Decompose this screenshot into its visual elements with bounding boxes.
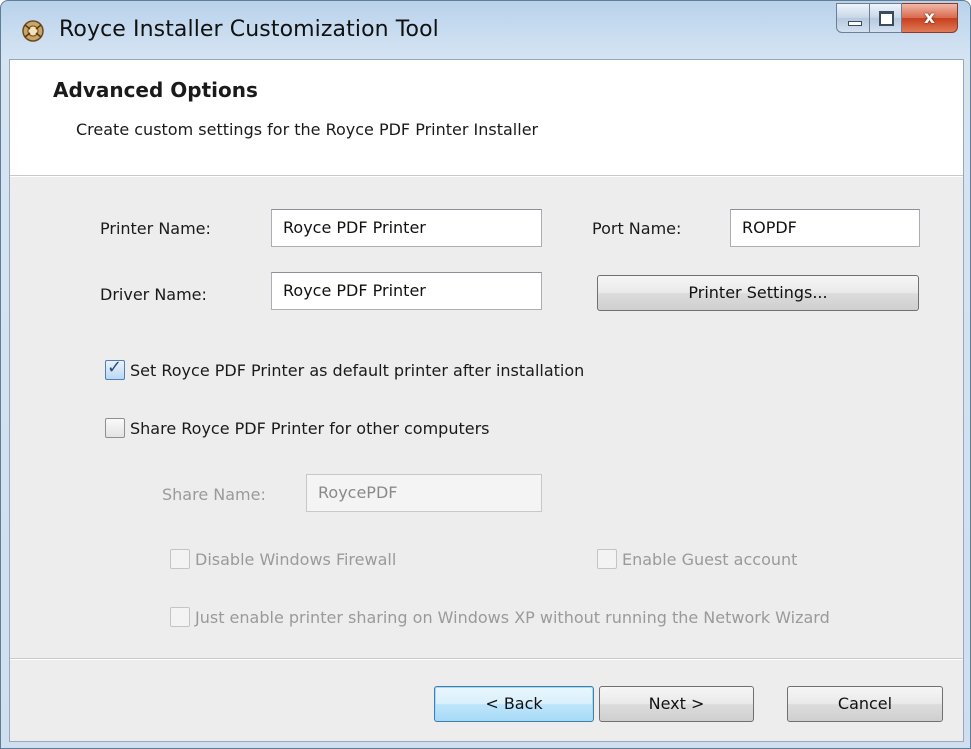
set-default-label: Set Royce PDF Printer as default printer… [130, 360, 585, 380]
header-divider [10, 176, 963, 177]
disable-firewall-option[interactable]: Disable Windows Firewall [170, 549, 396, 569]
set-default-option[interactable]: ✓ Set Royce PDF Printer as default print… [105, 357, 585, 380]
disable-firewall-checkbox[interactable] [170, 549, 190, 569]
port-name-label: Port Name: [592, 219, 682, 238]
enable-guest-label: Enable Guest account [622, 549, 798, 569]
window-title: Royce Installer Customization Tool [59, 17, 439, 42]
printer-name-input[interactable]: Royce PDF Printer [271, 209, 542, 247]
page-title: Advanced Options [53, 78, 258, 102]
minimize-button[interactable] [836, 3, 870, 33]
maximize-button[interactable] [870, 3, 902, 33]
next-button[interactable]: Next > [599, 686, 754, 722]
footer-divider-highlight [10, 659, 963, 660]
back-button[interactable]: < Back [434, 686, 594, 722]
maximize-icon [879, 11, 894, 26]
driver-name-input[interactable]: Royce PDF Printer [271, 272, 542, 310]
enable-guest-checkbox[interactable] [597, 549, 617, 569]
enable-guest-option[interactable]: Enable Guest account [597, 549, 797, 569]
page-subtitle: Create custom settings for the Royce PDF… [76, 120, 539, 139]
share-printer-option[interactable]: Share Royce PDF Printer for other comput… [105, 418, 490, 438]
window-controls: x [836, 3, 958, 33]
cancel-button[interactable]: Cancel [787, 686, 943, 722]
printer-settings-button[interactable]: Printer Settings... [597, 275, 919, 311]
share-printer-checkbox[interactable] [105, 418, 125, 438]
xp-sharing-label: Just enable printer sharing on Windows X… [195, 607, 830, 627]
set-default-checkbox[interactable]: ✓ [105, 357, 125, 380]
app-icon [22, 20, 44, 42]
xp-sharing-option[interactable]: Just enable printer sharing on Windows X… [170, 607, 830, 627]
port-name-input[interactable]: ROPDF [730, 209, 920, 247]
disable-firewall-label: Disable Windows Firewall [195, 549, 397, 569]
close-icon: x [924, 8, 935, 28]
share-name-input[interactable]: RoycePDF [306, 474, 542, 512]
printer-name-label: Printer Name: [100, 219, 211, 238]
installer-window: Royce Installer Customization Tool x Adv… [0, 0, 971, 749]
page-header: Advanced Options Create custom settings … [10, 60, 963, 176]
share-printer-label: Share Royce PDF Printer for other comput… [130, 418, 490, 438]
xp-sharing-checkbox[interactable] [170, 607, 190, 627]
close-button[interactable]: x [902, 3, 958, 33]
dialog-body: Advanced Options Create custom settings … [9, 59, 964, 742]
share-name-label: Share Name: [162, 485, 266, 504]
driver-name-label: Driver Name: [100, 285, 207, 304]
title-bar[interactable]: Royce Installer Customization Tool x [1, 1, 970, 59]
minimize-icon [848, 21, 862, 26]
checkmark-icon: ✓ [107, 357, 123, 378]
